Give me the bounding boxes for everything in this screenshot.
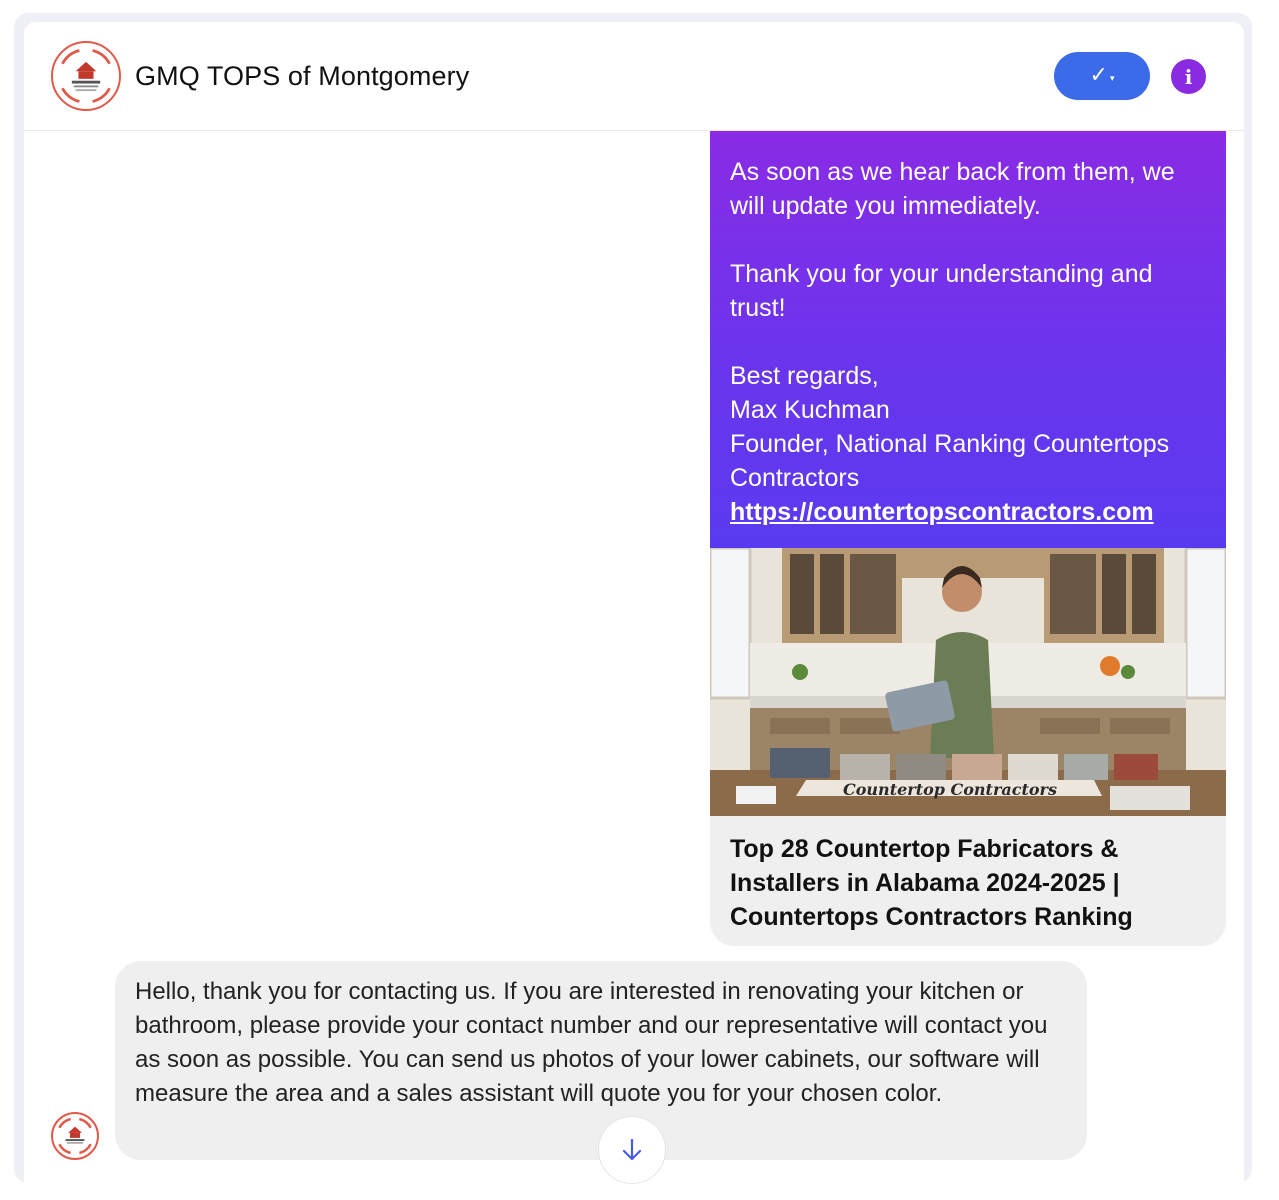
chevron-down-icon: ▾	[1109, 73, 1115, 84]
incoming-message: Hello, thank you for contacting us. If y…	[115, 961, 1087, 1160]
message-text: As soon as we hear back from them, we wi…	[730, 158, 1175, 220]
contact-avatar-small[interactable]	[51, 1112, 99, 1160]
link-preview-image: Countertop Contractors	[710, 548, 1226, 816]
outgoing-message: As soon as we hear back from them, we wi…	[710, 131, 1226, 548]
contact-avatar[interactable]	[51, 41, 121, 111]
gmq-tops-logo-icon	[54, 44, 118, 108]
chat-header: GMQ TOPS of Montgomery ✓ ▾ i	[24, 22, 1244, 131]
scroll-to-bottom-button[interactable]	[598, 1116, 666, 1184]
message-link[interactable]: https://countertopscontractors.com	[730, 498, 1154, 526]
link-preview-card[interactable]: Countertop Contractors Top 28 Countertop…	[710, 548, 1226, 946]
message-sender-role: Founder, National Ranking Countertops Co…	[730, 430, 1170, 492]
message-signoff: Best regards,	[730, 362, 879, 390]
preview-image-caption: Countertop Contractors	[843, 780, 1057, 799]
link-preview-title[interactable]: Top 28 Countertop Fabricators & Installe…	[730, 832, 1210, 934]
message-text: Thank you for your understanding and tru…	[730, 260, 1153, 322]
message-text: Hello, thank you for contacting us. If y…	[135, 978, 1048, 1107]
chat-title: GMQ TOPS of Montgomery	[135, 61, 470, 91]
arrow-down-icon	[622, 1138, 642, 1161]
gmq-tops-logo-icon	[54, 1115, 96, 1157]
check-icon: ✓	[1089, 63, 1108, 88]
message-sender-name: Max Kuchman	[730, 396, 890, 424]
chat-window: GMQ TOPS of Montgomery ✓ ▾ i As soon as …	[24, 22, 1244, 1200]
status-dropdown-button[interactable]: ✓ ▾	[1054, 52, 1150, 100]
info-icon[interactable]: i	[1171, 59, 1206, 94]
